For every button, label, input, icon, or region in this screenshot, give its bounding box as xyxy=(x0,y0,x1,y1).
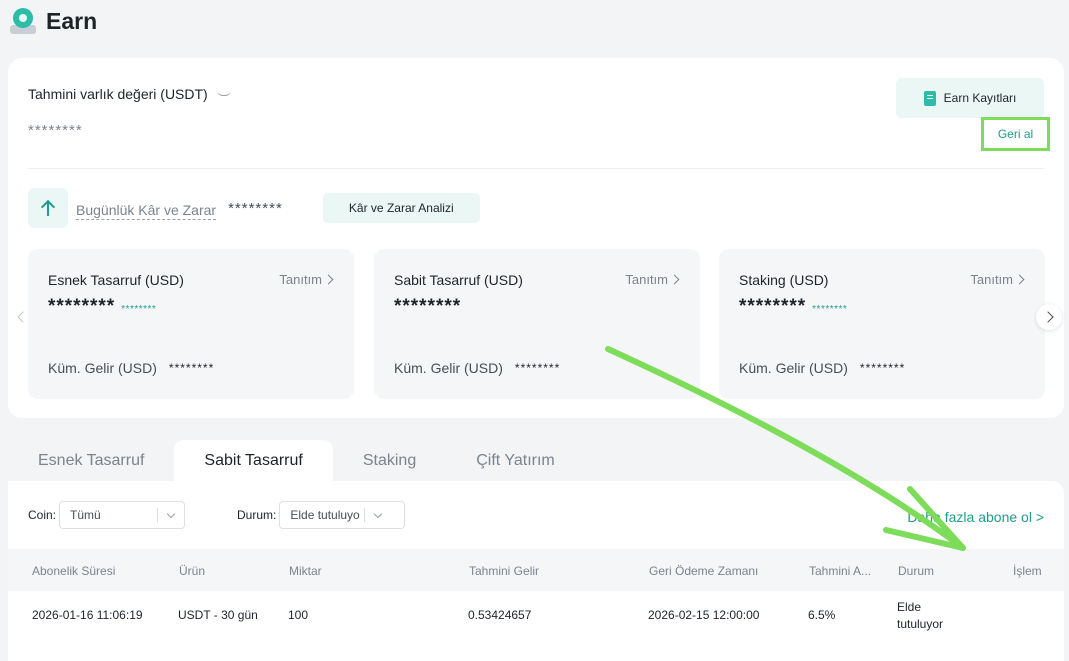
earn-records-label: Earn Kayıtları xyxy=(943,91,1017,105)
card-amount: ******** ******** xyxy=(739,296,847,318)
pnl-arrow-badge xyxy=(28,188,68,228)
divider xyxy=(28,168,1044,169)
page-header: Earn xyxy=(10,6,97,36)
col-action: İşlem xyxy=(1013,564,1042,578)
status-filter: Durum: Elde tutuluyo xyxy=(237,501,406,529)
status-select-value: Elde tutuluyo xyxy=(290,508,360,522)
coin-select-value: Tümü xyxy=(70,508,101,522)
carousel-next-button[interactable] xyxy=(1036,304,1062,330)
col-repayment-time: Geri Ödeme Zamanı xyxy=(649,564,759,578)
tab-flexible-savings[interactable]: Esnek Tasarruf xyxy=(8,440,174,482)
card-fixed-savings[interactable]: Sabit Tasarruf (USD) Tanıtım ******** Kü… xyxy=(374,249,700,399)
card-intro-link[interactable]: Tanıtım xyxy=(970,272,1025,287)
card-cum-label: Küm. Gelir (USD) xyxy=(739,360,848,376)
earn-records-button[interactable]: Earn Kayıtları xyxy=(896,78,1044,118)
col-estimated-income: Tahmini Gelir xyxy=(469,564,540,578)
cell-status: Elde tutuluyor xyxy=(897,600,944,631)
card-flexible-savings[interactable]: Esnek Tasarruf (USD) Tanıtım ******** **… xyxy=(28,249,354,399)
status-select[interactable]: Elde tutuluyo xyxy=(279,501,406,529)
daily-pnl-row: Bugünlük Kâr ve Zarar ******** Kâr ve Za… xyxy=(28,188,480,228)
asset-summary-panel: Tahmini varlık değeri (USDT) ******** Ea… xyxy=(8,58,1064,418)
chevron-right-icon xyxy=(669,274,680,285)
card-amount-value: ******** xyxy=(394,296,462,317)
subscribe-more-link[interactable]: Daha fazla abone ol > xyxy=(907,509,1044,525)
card-intro-label: Tanıtım xyxy=(279,272,322,287)
card-amount-sub: ******** xyxy=(121,304,157,315)
card-cumulative-income: Küm. Gelir (USD) ******** xyxy=(48,360,214,376)
estimated-value-label-row: Tahmini varlık değeri (USDT) xyxy=(28,86,234,102)
estimated-value-label: Tahmini varlık değeri (USDT) xyxy=(28,86,208,102)
select-separator xyxy=(363,508,365,522)
col-subscription-time: Abonelik Süresi xyxy=(32,564,116,578)
cell-estimated-income: 0.53424657 xyxy=(468,608,532,622)
card-amount-sub: ******** xyxy=(812,304,848,315)
hide-balance-eye-icon[interactable] xyxy=(216,89,234,99)
daily-pnl-label[interactable]: Bugünlük Kâr ve Zarar xyxy=(76,202,217,220)
coin-filter-label: Coin: xyxy=(28,508,57,522)
col-status: Durum xyxy=(898,564,935,578)
status-filter-label: Durum: xyxy=(237,508,277,522)
chevron-down-icon xyxy=(373,509,382,518)
product-cards: Esnek Tasarruf (USD) Tanıtım ******** **… xyxy=(28,249,1045,399)
holdings-panel: Coin: Tümü Durum: Elde tutuluyo Daha faz… xyxy=(8,481,1064,661)
arrow-up-icon xyxy=(41,200,55,216)
select-separator xyxy=(157,508,159,522)
card-cum-value: ******** xyxy=(514,361,561,375)
chevron-right-icon xyxy=(1041,311,1054,323)
card-intro-label: Tanıtım xyxy=(970,272,1013,287)
tab-staking[interactable]: Staking xyxy=(333,440,446,482)
card-amount: ******** ******** xyxy=(48,296,156,318)
tab-fixed-savings[interactable]: Sabit Tasarruf xyxy=(174,440,333,482)
daily-pnl-value: ******** xyxy=(228,199,283,217)
card-cum-value: ******** xyxy=(859,361,906,375)
col-apr: Tahmini A... xyxy=(809,564,872,578)
card-intro-label: Tanıtım xyxy=(625,272,668,287)
col-product: Ürün xyxy=(179,564,206,578)
card-amount: ******** xyxy=(394,296,467,318)
card-cum-label: Küm. Gelir (USD) xyxy=(48,360,157,376)
chevron-right-icon xyxy=(323,274,334,285)
card-intro-link[interactable]: Tanıtım xyxy=(625,272,680,287)
page-title: Earn xyxy=(46,7,98,34)
chevron-right-icon xyxy=(1014,274,1025,285)
card-cum-value: ******** xyxy=(168,361,215,375)
earn-coin-icon xyxy=(10,8,36,34)
card-title: Staking (USD) xyxy=(739,272,829,288)
product-tabs: Esnek Tasarruf Sabit Tasarruf Staking Çi… xyxy=(8,440,585,482)
card-cumulative-income: Küm. Gelir (USD) ******** xyxy=(739,360,905,376)
chevron-down-icon xyxy=(166,509,176,518)
estimated-value: ******** xyxy=(28,122,83,139)
card-amount-value: ******** xyxy=(48,296,116,317)
cell-repayment-time: 2026-02-15 12:00:00 xyxy=(648,608,760,622)
document-icon xyxy=(923,90,936,106)
table-header: Abonelik Süresi Ürün Miktar Tahmini Geli… xyxy=(8,549,1064,591)
card-cumulative-income: Küm. Gelir (USD) ******** xyxy=(394,360,560,376)
col-amount: Miktar xyxy=(289,564,322,578)
chevron-left-icon xyxy=(17,311,29,323)
card-intro-link[interactable]: Tanıtım xyxy=(279,272,334,287)
cell-subscription-time: 2026-01-16 11:06:19 xyxy=(32,608,143,622)
tab-dual-investment[interactable]: Çift Yatırım xyxy=(446,440,585,482)
pnl-analysis-button[interactable]: Kâr ve Zarar Analizi xyxy=(322,193,480,223)
card-staking[interactable]: Staking (USD) Tanıtım ******** ******** … xyxy=(719,249,1045,399)
coin-select[interactable]: Tümü xyxy=(59,501,186,529)
card-amount-value: ******** xyxy=(739,296,807,317)
carousel-prev-button[interactable] xyxy=(12,306,34,328)
coin-filter: Coin: Tümü xyxy=(28,501,186,529)
cell-product: USDT - 30 gün xyxy=(178,608,258,622)
card-cum-label: Küm. Gelir (USD) xyxy=(394,360,503,376)
card-title: Sabit Tasarruf (USD) xyxy=(394,272,523,288)
card-title: Esnek Tasarruf (USD) xyxy=(48,272,184,288)
cell-apr: 6.5% xyxy=(808,608,836,622)
redeem-button[interactable]: Geri al xyxy=(981,117,1050,151)
cell-amount: 100 xyxy=(288,608,309,622)
